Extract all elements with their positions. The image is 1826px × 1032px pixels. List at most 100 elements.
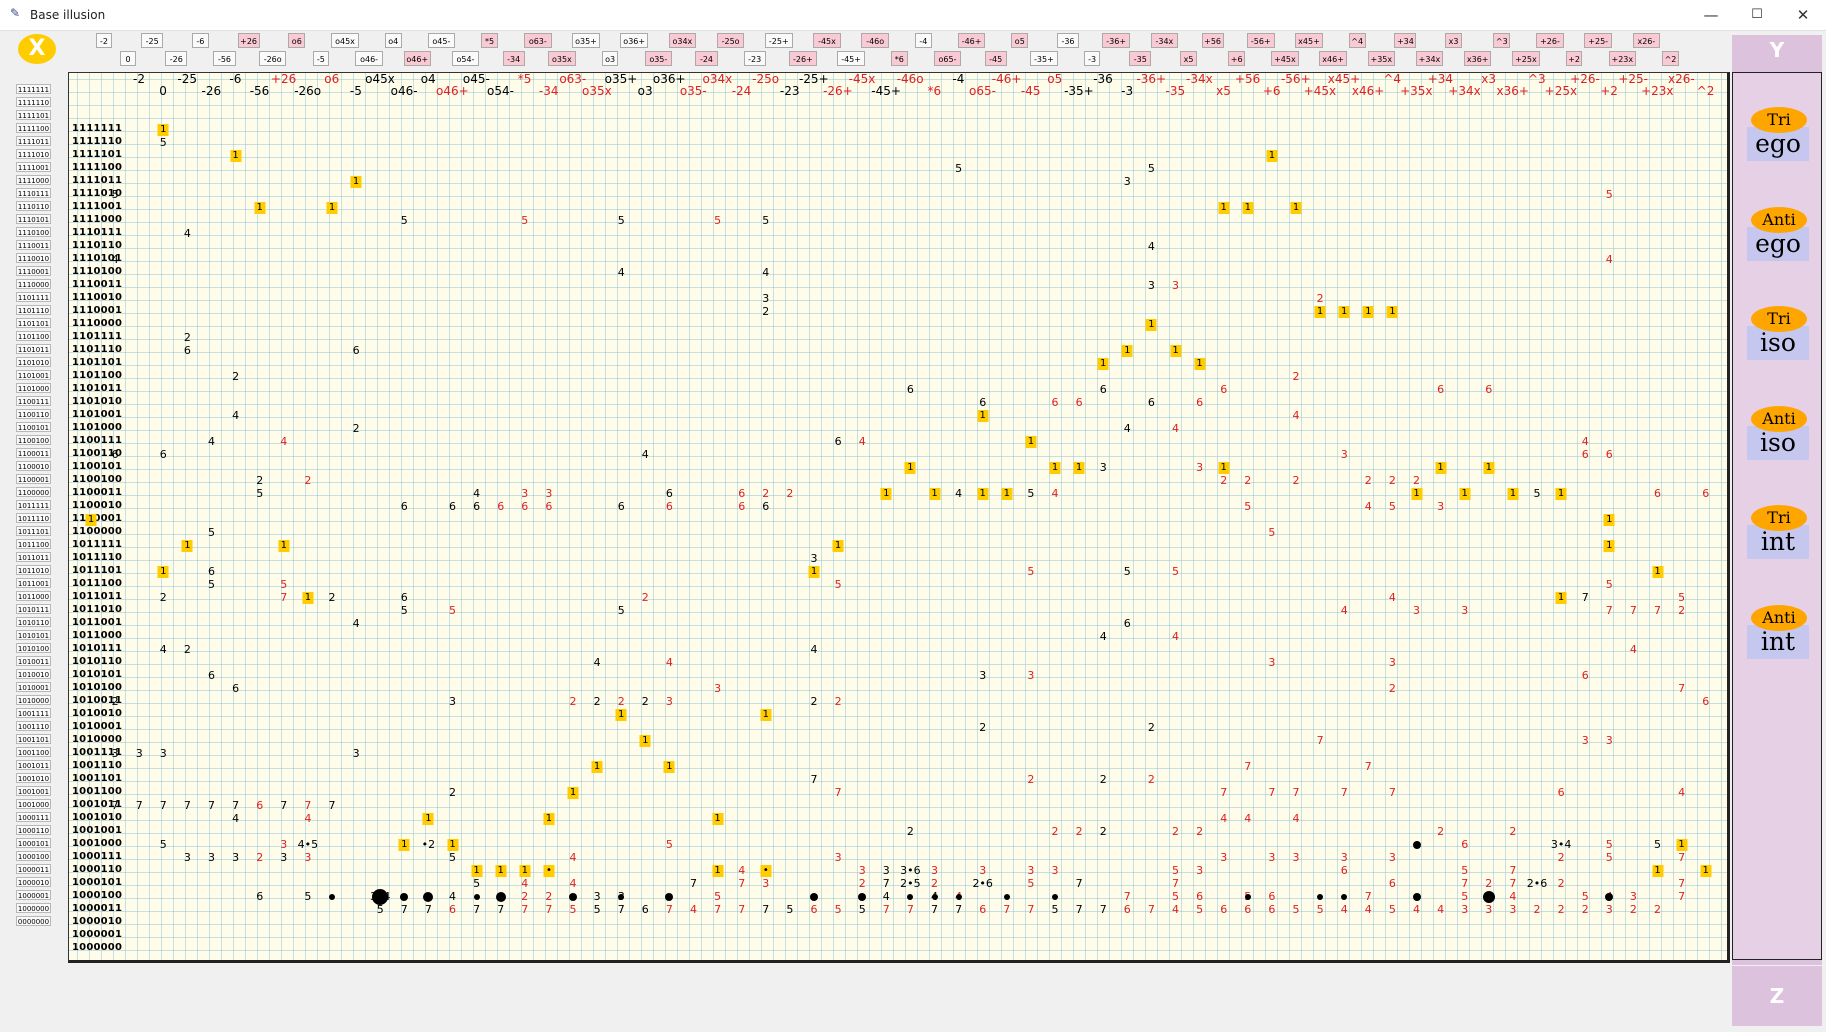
row-button[interactable]: 1010100 (16, 643, 51, 653)
column-button[interactable]: o4 (384, 33, 402, 48)
column-button[interactable]: -25o (716, 33, 745, 48)
column-button[interactable]: +35x (1367, 51, 1396, 66)
highlighted-cell[interactable]: 1 (1652, 566, 1663, 578)
highlighted-cell[interactable]: 1 (1049, 462, 1061, 474)
column-button[interactable]: *6 (890, 51, 908, 66)
row-button[interactable]: 1001001 (16, 786, 51, 796)
selector-anti-int[interactable]: int Anti (1747, 604, 1809, 663)
column-button[interactable]: -2 (95, 33, 113, 48)
column-button[interactable]: o35x (548, 51, 576, 66)
row-button[interactable]: 1101110 (16, 305, 51, 315)
highlighted-cell[interactable]: 1 (302, 592, 314, 604)
row-button[interactable]: 0000000 (16, 916, 51, 926)
row-button[interactable]: 1001110 (16, 721, 51, 731)
column-button[interactable]: -25 (141, 33, 164, 48)
column-button[interactable]: -24 (695, 51, 718, 66)
highlighted-cell[interactable]: 1 (1218, 462, 1230, 474)
column-button[interactable]: -34x (1150, 33, 1179, 48)
column-button[interactable]: -5 (312, 51, 330, 66)
row-button[interactable]: 1100110 (16, 409, 51, 419)
column-button[interactable]: +26- (1536, 33, 1564, 48)
highlighted-cell[interactable]: 1 (1603, 540, 1615, 552)
highlighted-cell[interactable]: 1 (1555, 592, 1567, 604)
highlighted-cell[interactable]: 1 (157, 124, 169, 136)
highlighted-cell[interactable]: • (543, 865, 555, 877)
highlighted-cell[interactable]: 1 (1145, 319, 1157, 331)
column-button[interactable]: o54- (451, 51, 480, 66)
column-button[interactable]: +25x (1512, 51, 1540, 66)
highlighted-cell[interactable]: 1 (543, 813, 555, 825)
column-button[interactable]: -25+ (765, 33, 793, 48)
row-button[interactable]: 1011101 (16, 526, 51, 536)
minimize-button[interactable]: — (1688, 0, 1734, 30)
highlighted-cell[interactable]: 1 (85, 514, 97, 526)
row-button[interactable]: 1101000 (16, 383, 51, 393)
highlighted-cell[interactable]: 1 (1242, 202, 1254, 214)
column-button[interactable]: o45- (427, 33, 456, 48)
column-button[interactable]: +45x (1271, 51, 1299, 66)
row-button[interactable]: 1001000 (16, 799, 51, 809)
highlighted-cell[interactable]: 1 (1097, 358, 1109, 370)
x-button[interactable]: X (18, 34, 56, 64)
column-button[interactable]: *5 (481, 33, 498, 48)
highlighted-cell[interactable]: 1 (904, 462, 916, 474)
row-button[interactable]: 1010101 (16, 630, 51, 640)
row-button[interactable]: 1011000 (16, 591, 51, 601)
highlighted-cell[interactable]: 1 (230, 150, 242, 162)
highlighted-cell[interactable]: 1 (1386, 306, 1398, 318)
column-button[interactable]: o36+ (620, 33, 648, 48)
row-button[interactable]: 1000111 (16, 812, 51, 822)
row-button[interactable]: 1011010 (16, 565, 51, 575)
column-button[interactable]: o63- (524, 33, 552, 48)
highlighted-cell[interactable]: 1 (1338, 306, 1350, 318)
column-button[interactable]: -26 (165, 51, 188, 66)
row-button[interactable]: 1010001 (16, 682, 51, 692)
column-button[interactable]: -35 (1129, 51, 1152, 66)
highlighted-cell[interactable]: 1 (1676, 839, 1688, 851)
highlighted-cell[interactable]: 1 (712, 865, 724, 877)
highlighted-cell[interactable]: 1 (880, 488, 892, 500)
column-button[interactable]: ^4 (1348, 33, 1366, 48)
column-button[interactable]: -46+ (957, 33, 986, 48)
highlighted-cell[interactable]: 1 (1290, 202, 1302, 214)
column-button[interactable]: o35- (644, 51, 673, 66)
highlighted-cell[interactable]: 1 (519, 865, 531, 877)
row-button[interactable]: 1010110 (16, 617, 51, 627)
highlighted-cell[interactable]: 1 (1001, 488, 1013, 500)
row-button[interactable]: 1100001 (16, 474, 51, 484)
column-button[interactable]: +34x (1415, 51, 1444, 66)
row-button[interactable]: 1001101 (16, 734, 51, 744)
highlighted-cell[interactable]: 1 (712, 813, 724, 825)
highlighted-cell[interactable]: 1 (278, 540, 290, 552)
highlighted-cell[interactable]: 1 (1507, 488, 1519, 500)
column-button[interactable]: -45 (984, 51, 1007, 66)
highlighted-cell[interactable]: 1 (1652, 865, 1663, 877)
selector-tri-ego[interactable]: ego Tri (1747, 107, 1809, 165)
row-button[interactable]: 1111110 (16, 97, 51, 107)
highlighted-cell[interactable]: 1 (615, 709, 627, 721)
highlighted-cell[interactable]: 1 (929, 488, 940, 500)
highlighted-cell[interactable]: 1 (1218, 202, 1230, 214)
row-button[interactable]: 1110110 (16, 201, 51, 211)
row-button[interactable]: 1010111 (16, 604, 51, 614)
column-button[interactable]: -3 (1083, 51, 1101, 66)
column-button[interactable]: -36+ (1102, 33, 1130, 48)
close-button[interactable]: ✕ (1780, 0, 1826, 30)
highlighted-cell[interactable]: 1 (1194, 358, 1206, 370)
highlighted-cell[interactable]: 1 (350, 176, 362, 188)
highlighted-cell[interactable]: 1 (977, 410, 989, 422)
row-button[interactable]: 1101001 (16, 370, 51, 380)
row-button[interactable]: 1100101 (16, 422, 51, 432)
highlighted-cell[interactable]: 1 (832, 540, 844, 552)
highlighted-cell[interactable]: 1 (591, 761, 603, 773)
column-button[interactable]: -35+ (1030, 51, 1058, 66)
highlighted-cell[interactable]: 1 (1411, 488, 1422, 500)
row-button[interactable]: 1100011 (16, 448, 51, 458)
column-button[interactable]: -26+ (789, 51, 817, 66)
column-button[interactable]: +2 (1565, 51, 1583, 66)
row-button[interactable]: 1110000 (16, 279, 51, 289)
column-button[interactable]: +26 (237, 33, 260, 48)
row-button[interactable]: 1000100 (16, 851, 51, 861)
row-button[interactable]: 1100000 (16, 487, 51, 497)
highlighted-cell[interactable]: 1 (1170, 345, 1181, 357)
